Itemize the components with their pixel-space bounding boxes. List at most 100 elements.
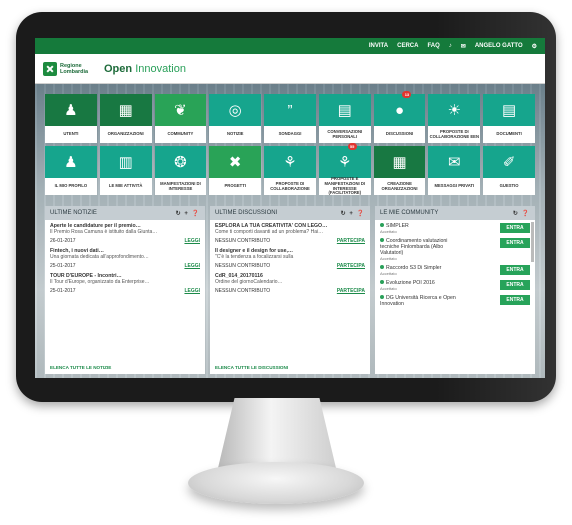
tile-label: NOTIZIE [209, 126, 262, 143]
community-item: Coordinamento valutazioni tecniche Finlo… [380, 238, 530, 261]
status-dot-icon [380, 238, 384, 242]
tile-manifestazioni-di-interesse[interactable]: ❂ MANIFESTAZIONI DI INTERESSE [154, 146, 207, 195]
logo-mark-icon [43, 61, 57, 76]
tile-label: MANIFESTAZIONI DI INTERESSE [154, 178, 207, 195]
community-status: Accettato [380, 256, 397, 261]
top-nav-bar: INVITA CERCA FAQ ♪ ✉ ANGELO GATTO ⚙ [35, 38, 545, 54]
tile-documenti[interactable]: ▤ DOCUMENTI [483, 94, 535, 143]
tile-icon: ▤ [502, 102, 517, 119]
tile-conversazioni-personali[interactable]: ▤ CONVERSAZIONI PERSONALI [318, 94, 371, 143]
community-status: Accettato [380, 271, 397, 276]
tile-community[interactable]: ❦ COMMUNITY [154, 94, 207, 143]
user-menu[interactable]: ANGELO GATTO [475, 43, 523, 49]
community-item: SIMPLER Accettato ENTRA [380, 223, 530, 234]
tile-icon: ☀ [447, 102, 462, 119]
bell-icon[interactable]: ♪ [449, 43, 452, 49]
tile-messaggi-privati[interactable]: ✉ MESSAGGI PRIVATI [428, 146, 481, 195]
tile-guestio[interactable]: ✐ GUESTIO [483, 146, 535, 195]
tile-label: GUESTIO [483, 178, 535, 195]
logo-line-2: Lombardia [60, 68, 89, 75]
news-item: Fintech, i nuovi dati… Una giornata dedic… [50, 248, 200, 269]
panel-news-body: Aperte le candidature per il premio… Il P… [45, 220, 205, 301]
community-info: Raccordo S3 Di Simpler Accettato [380, 265, 465, 276]
community-info: DG Università Ricerca e Open Innovation [380, 295, 465, 307]
enter-button[interactable]: ENTRA [500, 223, 530, 233]
monitor-stand-neck [218, 398, 336, 468]
participate-link[interactable]: PARTECIPA [337, 238, 365, 244]
read-link[interactable]: LEGGI [184, 238, 200, 244]
notification-badge: 55 [347, 143, 357, 150]
all-news-link[interactable]: ELENCA TUTTE LE NOTIZIE [50, 365, 111, 370]
dashboard-area: ♟ UTENTI ▦ ORGANIZZAZIONI ❦ COMMUNITY ◎ NOTIZIE… [35, 84, 545, 378]
regione-lombardia-logo[interactable]: Regione Lombardia [43, 61, 90, 76]
panel-news-actions[interactable]: ↻ + ❓ [176, 210, 200, 217]
panel-communities-title: LE MIE COMMUNITY [380, 210, 439, 216]
panel-news-header: ULTIME NOTIZIE ↻ + ❓ [45, 206, 205, 220]
discussion-status: NESSUN CONTRIBUTO [215, 288, 271, 294]
community-info: Coordinamento valutazioni tecniche Finlo… [380, 238, 465, 261]
discussion-desc: Ordine del giornoCalendario… [215, 279, 283, 285]
gear-icon[interactable]: ⚙ [532, 43, 537, 50]
tile-il-mio-profilo[interactable]: ♟ IL MIO PROFILO [45, 146, 97, 195]
news-date: 26-01-2017 [50, 238, 76, 244]
tile-label: DOCUMENTI [483, 126, 535, 143]
tile-sondaggi[interactable]: ” SONDAGGI [264, 94, 316, 143]
discussion-desc: Come ti comporti davanti ad un problema?… [215, 229, 324, 235]
status-dot-icon [380, 265, 384, 269]
tile-label: MESSAGGI PRIVATI [428, 178, 481, 195]
tile-icon: ● [395, 101, 405, 119]
enter-button[interactable]: ENTRA [500, 295, 530, 305]
panel-communities-header: LE MIE COMMUNITY ↻ ❓ [375, 206, 535, 220]
discussion-item: Il designer e il design for use,… "C'è la… [215, 248, 365, 269]
tile-utenti[interactable]: ♟ UTENTI [45, 94, 97, 143]
read-link[interactable]: LEGGI [184, 288, 200, 294]
tile-label: UTENTI [45, 126, 97, 143]
app-title-bold: Open [104, 62, 133, 75]
app-title: Open Innovation [104, 63, 186, 75]
participate-link[interactable]: PARTECIPA [337, 288, 365, 294]
discussion-status: NESSUN CONTRIBUTO [215, 238, 271, 244]
all-discussions-link[interactable]: ELENCA TUTTE LE DISCUSSIONI [215, 365, 288, 370]
tile-icon: ▥ [118, 154, 133, 171]
discussion-status: NESSUN CONTRIBUTO [215, 263, 271, 269]
tile-label: COMMUNITY [154, 126, 207, 143]
enter-button[interactable]: ENTRA [500, 238, 530, 248]
community-info: Evoluzione POI 2016 Accettato [380, 280, 465, 291]
tile-label: PROGETTI [209, 178, 262, 195]
nav-invita[interactable]: INVITA [369, 43, 388, 49]
news-desc: Il Tour d'Europe, organizzato da Enterpr… [50, 279, 150, 285]
tile-proposte-di-collaborazione[interactable]: ⚘ PROPOSTE DI COLLABORAZIONE [264, 146, 316, 195]
tile-creazione-organizzazioni[interactable]: ▦ CREAZIONE ORGANIZZAZIONI [373, 146, 426, 195]
tile-icon: ❦ [174, 102, 187, 119]
tile-proposte-di-collaborazione-een[interactable]: ☀ PROPOSTE DI COLLABORAZIONE EEN [428, 94, 481, 143]
tile-le-mie-attivit-[interactable]: ▥ LE MIE ATTIVITÀ [99, 146, 152, 195]
tile-icon: ◎ [228, 102, 242, 119]
panel-discussions: ULTIME DISCUSSIONI ↻ + ❓ ESPLORA LA TUA … [210, 206, 370, 374]
status-dot-icon [380, 280, 384, 284]
tile-icon: ⚘ [338, 154, 352, 171]
discussion-desc: "C'è la tendenza a focalizzarsi sulla [215, 254, 294, 260]
tile-organizzazioni[interactable]: ▦ ORGANIZZAZIONI [99, 94, 152, 143]
participate-link[interactable]: PARTECIPA [337, 263, 365, 269]
discussion-item: CdR_014_20170116 Ordine del giornoCalenda… [215, 273, 365, 294]
news-desc: Il Premio Rosa Camuna è istituito dalla … [50, 229, 158, 235]
tile-proposte-e-manifestazioni-di-interesse-facilitatore-[interactable]: ⚘ PROPOSTE E MANIFESTAZIONI DI INTERESSE … [318, 143, 371, 195]
tile-discussioni[interactable]: ● DISCUSSIONI 13 [373, 91, 426, 143]
tile-icon: ♟ [64, 154, 78, 171]
enter-button[interactable]: ENTRA [500, 265, 530, 275]
nav-cerca[interactable]: CERCA [397, 43, 418, 49]
chat-icon[interactable]: ✉ [461, 43, 466, 50]
panel-discussions-actions[interactable]: ↻ + ❓ [341, 210, 365, 217]
tile-label: DISCUSSIONI [373, 126, 426, 143]
tile-notizie[interactable]: ◎ NOTIZIE [209, 94, 262, 143]
enter-button[interactable]: ENTRA [500, 280, 530, 290]
tile-icon: ⚘ [283, 154, 297, 171]
panel-communities-actions[interactable]: ↻ ❓ [513, 210, 530, 217]
community-name: DG Università Ricerca e Open Innovation [380, 295, 456, 307]
nav-faq[interactable]: FAQ [427, 43, 439, 49]
scrollbar[interactable] [531, 222, 534, 262]
discussion-meta: NESSUN CONTRIBUTO PARTECIPA [215, 288, 365, 294]
tile-label: CREAZIONE ORGANIZZAZIONI [373, 178, 426, 195]
tile-progetti[interactable]: ✖ PROGETTI [209, 146, 262, 195]
read-link[interactable]: LEGGI [184, 263, 200, 269]
